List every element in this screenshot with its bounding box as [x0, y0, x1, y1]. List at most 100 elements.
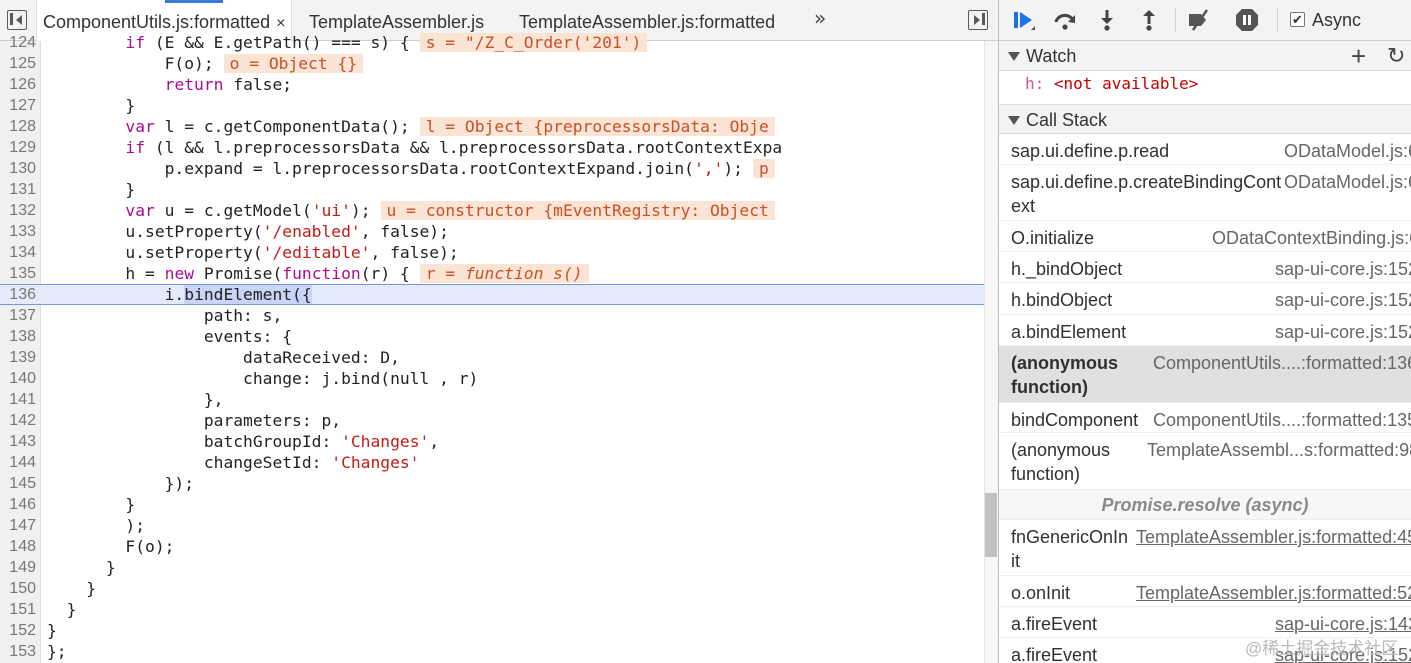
code-line[interactable]: 144 changeSetId: 'Changes': [0, 452, 984, 473]
call-frame-location[interactable]: ComponentUtils....:formatted:135: [1153, 408, 1411, 432]
call-frame-location[interactable]: sap-ui-core.js:152: [1275, 257, 1411, 281]
step-out-icon[interactable]: [1137, 8, 1161, 32]
line-number[interactable]: 138: [0, 326, 41, 347]
call-frame-location[interactable]: ODataContextBinding.js:6: [1212, 226, 1411, 250]
call-frame-location[interactable]: ComponentUtils....:formatted:136: [1153, 351, 1411, 375]
call-frame[interactable]: h._bindObject sap-ui-core.js:152: [999, 252, 1411, 283]
line-number[interactable]: 125: [0, 53, 41, 74]
code-line[interactable]: 125 F(o); o = Object {}: [0, 53, 984, 74]
call-frame[interactable]: O.initialize ODataContextBinding.js:6: [999, 221, 1411, 252]
line-number[interactable]: 130: [0, 158, 41, 179]
call-frame-location[interactable]: ODataModel.js:6: [1284, 139, 1411, 163]
toggle-debugger-icon[interactable]: [968, 10, 988, 30]
line-number[interactable]: 146: [0, 494, 41, 515]
call-frame-location[interactable]: ODataModel.js:6: [1284, 170, 1411, 194]
code-line[interactable]: 139 dataReceived: D,: [0, 347, 984, 368]
line-number[interactable]: 129: [0, 137, 41, 158]
code-line[interactable]: 130 p.expand = l.preprocessorsData.rootC…: [0, 158, 984, 179]
line-number[interactable]: 139: [0, 347, 41, 368]
pause-on-exceptions-icon[interactable]: [1235, 8, 1259, 32]
call-frame-location[interactable]: TemplateAssembl...s:formatted:98: [1147, 438, 1411, 462]
line-number[interactable]: 132: [0, 200, 41, 221]
code-line[interactable]: 132 var u = c.getModel('ui'); u = constru…: [0, 200, 984, 221]
code-line[interactable]: 124 if (E && E.getPath() === s) {s = "/Z…: [0, 32, 984, 53]
code-line[interactable]: 131 }: [0, 179, 984, 200]
call-frame[interactable]: sap.ui.define.p.createBindingCont ext ODa…: [999, 165, 1411, 221]
call-frame-location[interactable]: TemplateAssembler.js:formatted:52: [1136, 581, 1411, 605]
code-line[interactable]: 140 change: j.bind(null , r): [0, 368, 984, 389]
call-frame[interactable]: a.bindElement sap-ui-core.js:152: [999, 315, 1411, 346]
line-number[interactable]: 148: [0, 536, 41, 557]
code-line[interactable]: 129 if (l && l.preprocessorsData && l.pr…: [0, 137, 984, 158]
call-frame[interactable]: fnGenericOnIn it TemplateAssembler.js:for…: [999, 520, 1411, 576]
line-number[interactable]: 145: [0, 473, 41, 494]
line-number[interactable]: 152: [0, 620, 41, 641]
line-number[interactable]: 153: [0, 641, 41, 662]
line-number[interactable]: 134: [0, 242, 41, 263]
code-line[interactable]: 150 }: [0, 578, 984, 599]
close-tab-icon[interactable]: ×: [276, 15, 285, 32]
line-number[interactable]: 133: [0, 221, 41, 242]
call-frame[interactable]: h.bindObject sap-ui-core.js:152: [999, 283, 1411, 315]
line-number[interactable]: 140: [0, 368, 41, 389]
line-number[interactable]: 141: [0, 389, 41, 410]
line-number[interactable]: 127: [0, 95, 41, 116]
code-line[interactable]: 128 var l = c.getComponentData(); l = Obj…: [0, 116, 984, 137]
line-number[interactable]: 144: [0, 452, 41, 473]
refresh-watch-icon[interactable]: ↻: [1387, 41, 1405, 71]
code-line[interactable]: 135 h = new Promise(function(r) {r = fun…: [0, 263, 984, 284]
add-watch-button[interactable]: +: [1351, 41, 1366, 71]
call-frame-selected[interactable]: (anonymous function) ComponentUtils....:f…: [999, 346, 1411, 403]
watch-expression[interactable]: h: <not available>: [1025, 74, 1198, 93]
code-line[interactable]: 145 });: [0, 473, 984, 494]
code-line[interactable]: 152}: [0, 620, 984, 641]
code-scrollbar[interactable]: [984, 41, 998, 663]
line-number[interactable]: 135: [0, 263, 41, 284]
code-line[interactable]: 126 return false;: [0, 74, 984, 95]
step-into-icon[interactable]: [1095, 8, 1119, 32]
line-number[interactable]: 126: [0, 74, 41, 95]
code-line[interactable]: 141 },: [0, 389, 984, 410]
more-tabs-button[interactable]: »: [814, 6, 826, 30]
watch-section-header[interactable]: Watch + ↻: [999, 41, 1411, 71]
call-frame[interactable]: bindComponent ComponentUtils....:formatte…: [999, 403, 1411, 433]
code-line[interactable]: 134 u.setProperty('/editable', false);: [0, 242, 984, 263]
code-line[interactable]: 143 batchGroupId: 'Changes',: [0, 431, 984, 452]
code-line[interactable]: 142 parameters: p,: [0, 410, 984, 431]
deactivate-breakpoints-icon[interactable]: [1187, 8, 1211, 32]
code-line[interactable]: 149 }: [0, 557, 984, 578]
code-line[interactable]: 146 }: [0, 494, 984, 515]
code-line[interactable]: 133 u.setProperty('/enabled', false);: [0, 221, 984, 242]
step-over-icon[interactable]: [1053, 8, 1077, 32]
code-line[interactable]: 148 F(o);: [0, 536, 984, 557]
line-number[interactable]: 137: [0, 305, 41, 326]
line-number[interactable]: 142: [0, 410, 41, 431]
line-number[interactable]: 150: [0, 578, 41, 599]
call-stack-section-header[interactable]: Call Stack: [999, 104, 1411, 134]
call-frame-location[interactable]: sap-ui-core.js:152: [1275, 320, 1411, 344]
paused-code-line[interactable]: 136 i.bindElement({: [0, 284, 984, 305]
toggle-navigator-icon[interactable]: [7, 10, 27, 30]
call-frame[interactable]: (anonymous function) TemplateAssembl...s:…: [999, 433, 1411, 490]
line-number[interactable]: 124: [0, 32, 41, 53]
async-checkbox[interactable]: ✔: [1290, 12, 1305, 27]
call-frame-location[interactable]: sap-ui-core.js:152: [1275, 288, 1411, 312]
call-frame[interactable]: o.onInit TemplateAssembler.js:formatted:5…: [999, 576, 1411, 607]
line-number[interactable]: 151: [0, 599, 41, 620]
line-number[interactable]: 147: [0, 515, 41, 536]
line-number[interactable]: 128: [0, 116, 41, 137]
call-frame[interactable]: sap.ui.define.p.read ODataModel.js:6: [999, 134, 1411, 165]
line-number[interactable]: 143: [0, 431, 41, 452]
call-frame-location[interactable]: sap-ui-core.js:143: [1275, 612, 1411, 636]
line-number[interactable]: 131: [0, 179, 41, 200]
code-line[interactable]: 137 path: s,: [0, 305, 984, 326]
code-line[interactable]: 147 );: [0, 515, 984, 536]
resume-icon[interactable]: [1011, 8, 1035, 32]
line-number[interactable]: 149: [0, 557, 41, 578]
code-scrollbar-thumb[interactable]: [985, 493, 997, 557]
code-line[interactable]: 151 }: [0, 599, 984, 620]
code-line[interactable]: 138 events: {: [0, 326, 984, 347]
code-line[interactable]: 153};: [0, 641, 984, 662]
code-area[interactable]: 124 if (E && E.getPath() === s) {s = "/Z…: [0, 33, 984, 663]
call-frame-location[interactable]: TemplateAssembler.js:formatted:45: [1136, 525, 1411, 549]
